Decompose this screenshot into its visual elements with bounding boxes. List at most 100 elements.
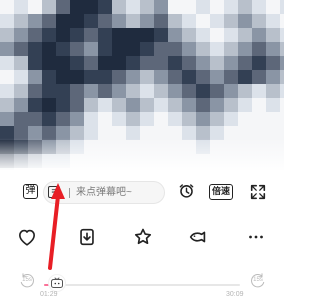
video-pixel-block: [224, 84, 238, 98]
video-pixel-block: [14, 28, 28, 42]
video-pixel-block: [252, 98, 266, 112]
fullscreen-icon[interactable]: [249, 183, 267, 201]
skip-forward-15-button[interactable]: 15s: [249, 271, 267, 289]
video-pixel-block: [42, 28, 56, 42]
video-pixel-block: [56, 56, 70, 70]
video-pixel-block: [168, 84, 182, 98]
video-pixel-block: [154, 112, 168, 126]
video-pixel-block: [84, 42, 98, 56]
video-pixel-block: [182, 0, 196, 14]
video-pixel-block: [196, 28, 210, 42]
video-pixel-block: [224, 28, 238, 42]
playback-speed-button[interactable]: 倍速: [209, 184, 233, 200]
star-icon[interactable]: [132, 226, 154, 248]
video-pixel-block: [14, 42, 28, 56]
duration-time: 30:09: [226, 291, 244, 298]
video-pixel-block: [112, 112, 126, 126]
video-pixel-block: [112, 14, 126, 28]
video-pixel-block: [224, 98, 238, 112]
video-pixel-block: [168, 0, 182, 14]
video-pixel-block: [56, 28, 70, 42]
danmu-settings-icon[interactable]: ≡: [48, 186, 60, 198]
video-pixel-block: [42, 14, 56, 28]
video-pixel-block: [210, 112, 224, 126]
video-pixel-block: [70, 28, 84, 42]
pixelated-video-preview[interactable]: [0, 0, 284, 170]
video-pixel-block: [28, 70, 42, 84]
video-pixel-block: [28, 56, 42, 70]
heart-icon[interactable]: [16, 226, 38, 248]
video-pixel-block: [84, 112, 98, 126]
video-pixel-block: [238, 0, 252, 14]
video-pixel-block: [0, 42, 14, 56]
video-pixel-block: [140, 14, 154, 28]
video-pixel-block: [42, 70, 56, 84]
video-pixel-block: [280, 28, 284, 42]
video-pixel-block: [56, 0, 70, 14]
video-pixel-block: [0, 14, 14, 28]
video-pixel-block: [112, 98, 126, 112]
video-pixel-block: [224, 56, 238, 70]
video-pixel-block: [182, 98, 196, 112]
video-pixel-block: [266, 0, 280, 14]
video-pixel-block: [42, 42, 56, 56]
video-pixel-block: [70, 56, 84, 70]
video-pixel-block: [112, 70, 126, 84]
video-pixel-block: [168, 112, 182, 126]
video-pixel-block: [42, 84, 56, 98]
fish-icon[interactable]: [187, 226, 209, 248]
video-pixel-block: [154, 98, 168, 112]
video-pixel-block: [126, 84, 140, 98]
video-pixel-block: [140, 70, 154, 84]
timer-icon[interactable]: [178, 182, 195, 199]
video-pixel-block: [56, 70, 70, 84]
video-pixel-block: [168, 98, 182, 112]
video-pixel-block: [196, 0, 210, 14]
video-pixel-block: [56, 112, 70, 126]
skip-back-15-button[interactable]: 15s: [18, 271, 36, 289]
video-pixel-block: [266, 98, 280, 112]
video-pixel-block: [168, 14, 182, 28]
video-pixel-block: [98, 42, 112, 56]
video-pixel-block: [70, 112, 84, 126]
video-pixel-block: [280, 56, 284, 70]
video-pixel-block: [126, 70, 140, 84]
video-pixel-block: [126, 56, 140, 70]
danmu-input-placeholder: 来点弹幕吧~: [76, 187, 132, 198]
video-pixel-block: [98, 98, 112, 112]
video-pixel-block: [140, 0, 154, 14]
progress-thumb[interactable]: [48, 274, 66, 292]
video-pixel-block: [56, 14, 70, 28]
more-icon[interactable]: [245, 226, 267, 248]
video-pixel-block: [196, 70, 210, 84]
playback-progress-track[interactable]: [44, 284, 240, 286]
video-pixel-block: [238, 42, 252, 56]
video-pixel-block: [28, 112, 42, 126]
download-icon[interactable]: [76, 226, 98, 248]
video-pixel-block: [266, 28, 280, 42]
video-pixel-block: [14, 112, 28, 126]
video-pixel-block: [140, 98, 154, 112]
video-pixel-block: [224, 0, 238, 14]
video-pixel-block: [98, 112, 112, 126]
video-pixel-block: [140, 112, 154, 126]
danmu-toggle-button[interactable]: 弹: [23, 184, 38, 199]
video-pixel-block: [280, 0, 284, 14]
video-pixel-block: [154, 14, 168, 28]
video-pixel-block: [126, 14, 140, 28]
video-pixel-block: [84, 70, 98, 84]
tv-mascot-icon: [51, 277, 63, 288]
video-pixel-block: [238, 98, 252, 112]
video-pixel-block: [154, 28, 168, 42]
video-pixel-block: [0, 112, 14, 126]
video-pixel-block: [112, 28, 126, 42]
video-pixel-block: [210, 70, 224, 84]
video-pixel-block: [210, 98, 224, 112]
video-pixel-block: [182, 84, 196, 98]
video-pixel-block: [224, 14, 238, 28]
video-pixel-block: [280, 84, 284, 98]
video-pixel-block: [70, 14, 84, 28]
video-pixel-block: [140, 56, 154, 70]
video-pixel-block: [210, 28, 224, 42]
video-pixel-block: [266, 84, 280, 98]
